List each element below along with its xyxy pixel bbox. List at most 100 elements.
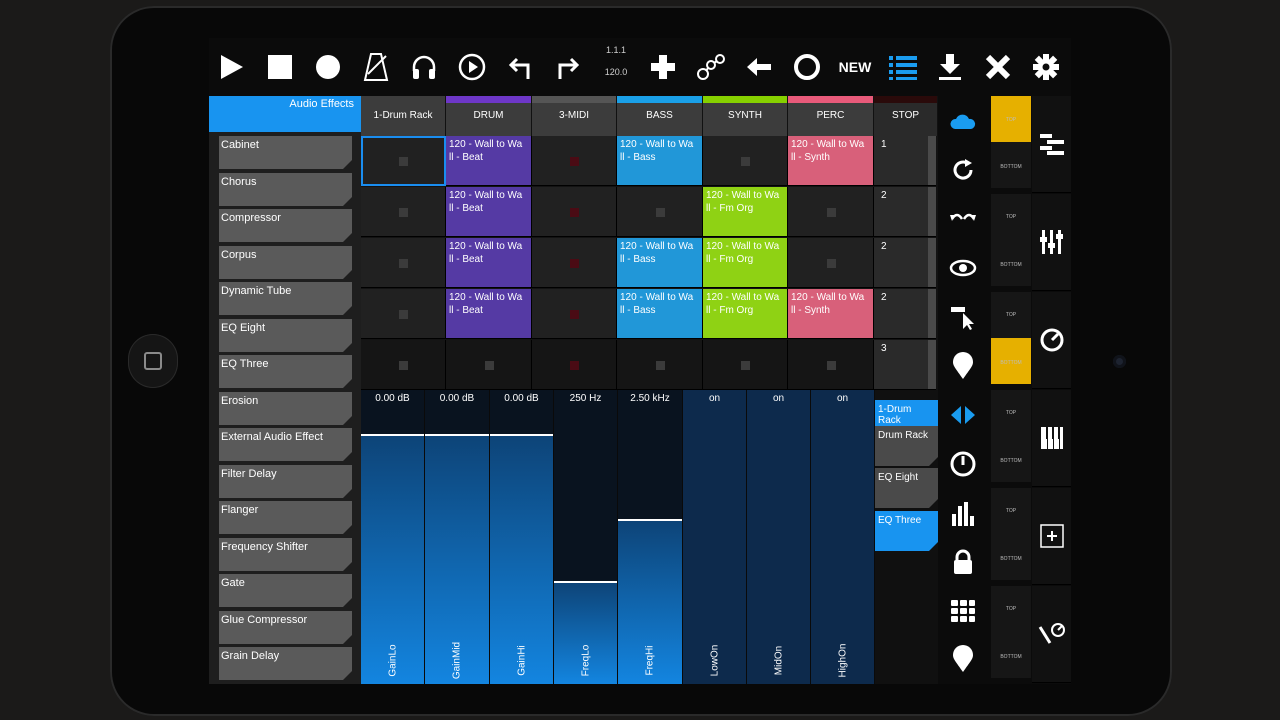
clip-slot-empty[interactable]: [788, 187, 874, 237]
chain-item-active[interactable]: EQ Three: [875, 511, 938, 551]
clip-slot-empty[interactable]: [617, 340, 703, 390]
clip-slot-empty[interactable]: [446, 340, 532, 390]
chain-item[interactable]: EQ Eight: [875, 468, 938, 508]
browser-item[interactable]: Compressor: [219, 209, 352, 242]
clip-slot-empty[interactable]: [532, 340, 617, 390]
add-box-icon[interactable]: [1032, 488, 1071, 585]
clip-stop-button[interactable]: [655, 207, 665, 217]
clip-stop-button[interactable]: [826, 258, 836, 268]
browser-item[interactable]: Filter Delay: [219, 465, 352, 498]
clip-stop-button[interactable]: [399, 258, 408, 268]
track-header[interactable]: DRUM: [446, 96, 532, 136]
equalizer-bars-icon[interactable]: [943, 493, 983, 533]
home-button[interactable]: [128, 334, 178, 388]
download-icon[interactable]: [930, 47, 970, 87]
browser-item[interactable]: Frequency Shifter: [219, 538, 352, 571]
link-icon[interactable]: [691, 47, 731, 87]
refresh-icon[interactable]: [943, 150, 983, 190]
play-icon[interactable]: [211, 47, 251, 87]
clip-stop-button[interactable]: [826, 207, 836, 217]
param-slider[interactable]: 0.00 dB GainLo: [361, 390, 425, 684]
clip-stop-button[interactable]: [741, 156, 750, 166]
cloud-icon[interactable]: [943, 101, 983, 141]
clip-slot[interactable]: 120 - Wall to Wa ll - Beat: [446, 289, 532, 339]
clip-stop-button[interactable]: [484, 360, 494, 370]
track-header[interactable]: 3-MIDI: [532, 96, 617, 136]
clip-slot[interactable]: 120 - Wall to Wa ll - Beat: [446, 187, 532, 237]
layout-icon[interactable]: [1032, 96, 1071, 193]
param-slider[interactable]: 250 Hz FreqLo: [554, 390, 618, 684]
scene-launch[interactable]: 1: [874, 136, 936, 186]
clip-slot-empty[interactable]: [703, 136, 788, 186]
clip-stop-button[interactable]: [399, 360, 408, 370]
clip-stop-button[interactable]: [570, 156, 579, 166]
param-toggle[interactable]: on LowOn: [683, 390, 747, 684]
follow-icon[interactable]: [452, 47, 492, 87]
fader-slot[interactable]: TOP BOTTOM: [991, 96, 1031, 188]
left-right-arrows-icon[interactable]: [943, 395, 983, 435]
scene-launch[interactable]: 2: [874, 289, 936, 339]
clip-stop-button[interactable]: [570, 207, 579, 217]
clip-slot-empty[interactable]: [788, 238, 874, 288]
scene-launch[interactable]: 2: [874, 187, 936, 237]
lock-icon[interactable]: [943, 542, 983, 582]
circle-icon[interactable]: [787, 47, 827, 87]
fader-slot[interactable]: TOP BOTTOM: [991, 488, 1031, 580]
close-icon[interactable]: [978, 47, 1018, 87]
location-pin-icon[interactable]: [943, 346, 983, 386]
track-header[interactable]: PERC: [788, 96, 874, 136]
clip-slot[interactable]: 120 - Wall to Wa ll - Fm Org: [703, 187, 788, 237]
plus-icon[interactable]: [643, 47, 683, 87]
param-toggle[interactable]: on MidOn: [747, 390, 811, 684]
grid-icon[interactable]: [943, 591, 983, 631]
clip-slot-empty[interactable]: [361, 238, 446, 288]
clip-slot-empty[interactable]: [703, 340, 788, 390]
clip-slot[interactable]: 120 - Wall to Wa ll - Bass: [617, 136, 703, 186]
undo-icon[interactable]: [500, 47, 540, 87]
record-icon[interactable]: [308, 47, 348, 87]
metronome-icon[interactable]: [356, 47, 396, 87]
clip-stop-button[interactable]: [399, 309, 408, 319]
clip-slot-empty[interactable]: [788, 340, 874, 390]
track-header[interactable]: BASS: [617, 96, 703, 136]
undo-redo-icon[interactable]: [943, 199, 983, 239]
clip-slot-empty[interactable]: [361, 136, 446, 186]
browser-item[interactable]: Corpus: [219, 246, 352, 279]
clip-slot[interactable]: 120 - Wall to Wa ll - Synth: [788, 136, 874, 186]
list-icon[interactable]: [883, 47, 923, 87]
scene-launch[interactable]: 2: [874, 238, 936, 288]
eye-icon[interactable]: [943, 248, 983, 288]
browser-item[interactable]: Gate: [219, 574, 352, 607]
clip-slot-empty[interactable]: [617, 187, 703, 237]
clip-stop-button[interactable]: [826, 360, 836, 370]
fader-slot[interactable]: TOP BOTTOM: [991, 292, 1031, 384]
headphones-icon[interactable]: [404, 47, 444, 87]
clip-slot[interactable]: 120 - Wall to Wa ll - Bass: [617, 289, 703, 339]
clip-stop-button[interactable]: [399, 156, 408, 166]
track-header[interactable]: 1-Drum Rack: [361, 96, 446, 136]
clip-slot[interactable]: 120 - Wall to Wa ll - Bass: [617, 238, 703, 288]
clip-slot[interactable]: 120 - Wall to Wa ll - Synth: [788, 289, 874, 339]
stop-all-clips-button[interactable]: STOP: [874, 96, 938, 136]
clip-slot[interactable]: 120 - Wall to Wa ll - Beat: [446, 238, 532, 288]
clip-slot-empty[interactable]: [361, 340, 446, 390]
clip-slot[interactable]: 120 - Wall to Wa ll - Beat: [446, 136, 532, 186]
clip-stop-button[interactable]: [399, 207, 408, 217]
browser-category-title[interactable]: Audio Effects: [209, 96, 361, 132]
clip-stop-button[interactable]: [570, 360, 579, 370]
browser-item[interactable]: EQ Three: [219, 355, 352, 388]
browser-item[interactable]: Chorus: [219, 173, 352, 206]
clip-stop-button[interactable]: [741, 360, 750, 370]
new-button[interactable]: NEW: [835, 47, 875, 87]
track-header[interactable]: SYNTH: [703, 96, 788, 136]
clip-slot[interactable]: 120 - Wall to Wa ll - Fm Org: [703, 238, 788, 288]
clip-stop-button[interactable]: [570, 258, 579, 268]
clip-slot-empty[interactable]: [361, 187, 446, 237]
clip-slot-empty[interactable]: [532, 187, 617, 237]
dial-icon[interactable]: [1032, 292, 1071, 389]
clip-slot-empty[interactable]: [361, 289, 446, 339]
chain-item[interactable]: Drum Rack: [875, 426, 938, 466]
pencil-dial-icon[interactable]: [1032, 586, 1071, 683]
back-arrow-icon[interactable]: [739, 47, 779, 87]
browser-item[interactable]: Dynamic Tube: [219, 282, 352, 315]
